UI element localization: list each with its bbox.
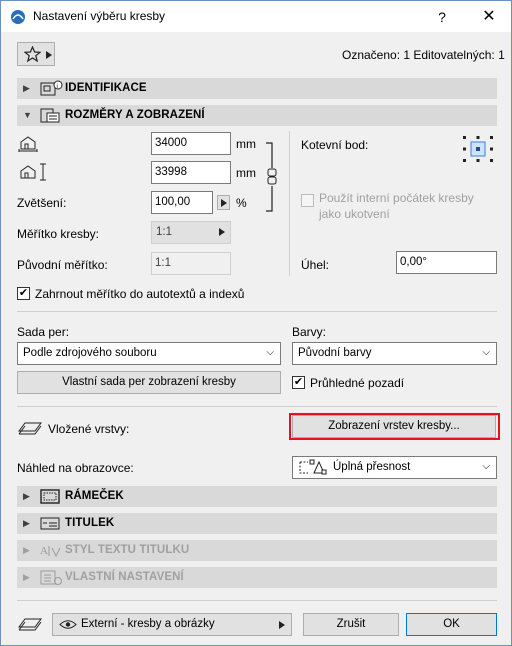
preview-value: Úplná přesnost: [333, 461, 411, 473]
scale-combo[interactable]: 1:1: [151, 221, 231, 244]
expand-arrow-icon: ▶: [23, 518, 30, 528]
section-identification[interactable]: ▶ i IDENTIFIKACE: [17, 78, 497, 99]
column-divider: [289, 131, 290, 276]
preview-select[interactable]: Úplná přesnost ⌵: [292, 456, 497, 479]
chain-link-icon[interactable]: [263, 142, 281, 212]
embedded-layers-label: Vložené vrstvy:: [48, 422, 130, 436]
title-icon: [40, 517, 60, 530]
angle-input[interactable]: 0,00°: [396, 251, 497, 274]
separator: [17, 311, 497, 312]
selection-info: Označeno: 1 Editovatelných: 1: [342, 48, 505, 62]
height-unit: mm: [236, 166, 256, 180]
section-size-display[interactable]: ▼ ROZMĚRY A ZOBRAZENÍ: [17, 105, 497, 126]
section-frame[interactable]: ▶ RÁMEČEK: [17, 486, 497, 507]
section-frame-label: RÁMEČEK: [65, 490, 124, 502]
arrow-right-icon: [221, 199, 227, 207]
expand-arrow-icon: ▶: [23, 572, 30, 582]
window-title: Nastavení výběru kresby: [33, 9, 166, 23]
help-button[interactable]: ?: [426, 4, 458, 30]
layer-select-value: Externí - kresby a obrázky: [81, 618, 215, 630]
identification-icon: i: [40, 80, 63, 96]
pen-set-select[interactable]: Podle zdrojového souboru ⌵: [17, 342, 281, 365]
transparent-bg-label: Průhledné pozadí: [310, 376, 405, 390]
separator: [17, 600, 497, 601]
cancel-button[interactable]: Zrušit: [303, 613, 399, 636]
zoom-label: Zvětšení:: [17, 196, 67, 210]
section-title[interactable]: ▶ TITULEK: [17, 513, 497, 534]
ok-button[interactable]: OK: [406, 613, 497, 636]
original-scale-field: 1:1: [151, 252, 231, 275]
section-custom-settings-label: VLASTNÍ NASTAVENÍ: [65, 571, 184, 583]
drawing-icon: [40, 108, 60, 123]
height-icon: [20, 163, 46, 181]
height-input[interactable]: 33998: [151, 161, 231, 184]
pen-set-value: Podle zdrojového souboru: [23, 347, 157, 359]
section-custom-settings[interactable]: ▶ VLASTNÍ NASTAVENÍ: [17, 567, 497, 588]
pen-set-label: Sada per:: [17, 325, 70, 339]
use-internal-origin-checkbox[interactable]: [301, 194, 314, 207]
colors-value: Původní barvy: [298, 347, 372, 359]
arrow-right-icon: [46, 51, 52, 59]
svg-text:A: A: [40, 545, 48, 557]
zoom-menu-button[interactable]: [217, 195, 230, 210]
transparent-bg-checkbox[interactable]: ✔: [292, 376, 305, 389]
title-bar: Nastavení výběru kresby ? ✕: [1, 1, 511, 32]
layer-display-button[interactable]: Zobrazení vrstev kresby...: [292, 415, 496, 438]
star-icon: [24, 46, 41, 62]
scale-label: Měřítko kresby:: [17, 227, 100, 241]
favorites-button[interactable]: [17, 42, 55, 66]
dialog-window: Nastavení výběru kresby ? ✕ Označeno: 1 …: [0, 0, 512, 646]
section-title-label: TITULEK: [65, 517, 115, 529]
include-scale-checkbox[interactable]: ✔: [17, 287, 30, 300]
section-title-text-style-label: STYL TEXTU TITULKU: [65, 544, 190, 556]
use-internal-origin-label: Použít interní počátek kresby jako ukotv…: [319, 191, 474, 221]
expand-arrow-icon: ▶: [23, 545, 30, 555]
arrow-right-icon: [279, 621, 285, 629]
archicad-app-icon: [11, 10, 25, 24]
include-scale-label: Zahrnout měřítko do autotextů a indexů: [35, 287, 245, 301]
width-unit: mm: [236, 137, 256, 151]
chevron-down-icon: ⌵: [482, 461, 490, 472]
zoom-unit: %: [236, 196, 247, 210]
angle-label: Úhel:: [301, 258, 330, 272]
zoom-input[interactable]: 100,00: [151, 191, 213, 214]
chevron-down-icon: ⌵: [266, 347, 274, 358]
chevron-down-icon: ⌵: [482, 347, 490, 358]
expand-arrow-icon: ▶: [23, 83, 30, 93]
frame-icon: [40, 489, 60, 504]
full-accuracy-icon: [299, 459, 327, 475]
expand-arrow-icon: ▶: [23, 491, 30, 501]
original-scale-label: Původní měřítko:: [17, 258, 108, 272]
width-icon: [18, 136, 38, 152]
custom-pen-set-button[interactable]: Vlastní sada per zobrazení kresby: [17, 371, 281, 394]
eye-icon: [59, 620, 77, 629]
colors-select[interactable]: Původní barvy ⌵: [292, 342, 497, 365]
anchor-label: Kotevní bod:: [301, 138, 369, 152]
layers-icon: [18, 618, 42, 631]
section-title-text-style[interactable]: ▶ A STYL TEXTU TITULKU: [17, 540, 497, 561]
width-input[interactable]: 34000: [151, 132, 231, 155]
arrow-right-icon: [219, 228, 225, 236]
colors-label: Barvy:: [292, 325, 327, 339]
anchor-point-grid[interactable]: [461, 134, 495, 164]
svg-text:i: i: [57, 84, 58, 90]
text-style-icon: A: [40, 545, 61, 558]
layers-icon: [18, 422, 42, 435]
layer-select-button[interactable]: Externí - kresby a obrázky: [52, 613, 292, 636]
close-button[interactable]: ✕: [473, 4, 505, 30]
section-identification-label: IDENTIFIKACE: [65, 82, 147, 94]
collapse-arrow-icon: ▼: [23, 110, 32, 120]
custom-settings-icon: [40, 570, 62, 585]
preview-label: Náhled na obrazovce:: [17, 461, 134, 475]
scale-value: 1:1: [156, 226, 172, 238]
separator: [17, 406, 497, 407]
section-size-display-label: ROZMĚRY A ZOBRAZENÍ: [65, 109, 205, 121]
